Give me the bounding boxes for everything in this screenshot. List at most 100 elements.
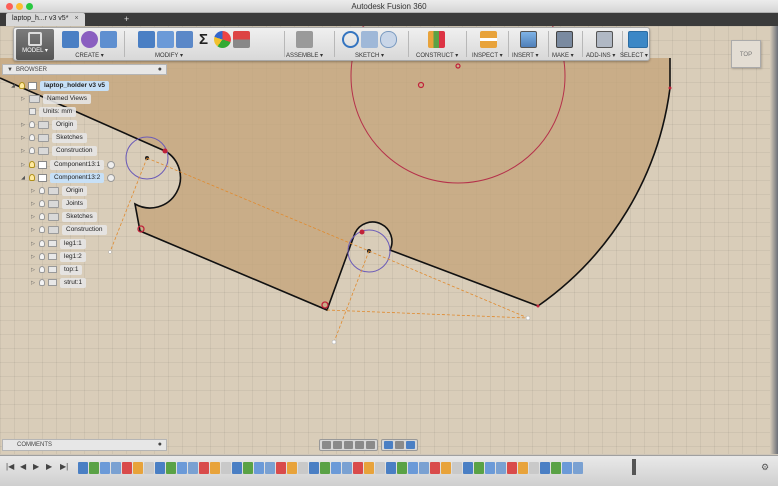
timeline-feature-icon[interactable] [89,462,99,474]
expand-triangle-icon[interactable]: ◢ [20,175,26,181]
sketch-menu[interactable]: SKETCH ▾ [342,29,397,60]
measure-icon[interactable] [480,30,497,48]
expand-triangle-icon[interactable]: ▷ [30,201,36,207]
tree-item-sub-construction[interactable]: ▷ Construction [30,224,107,235]
expand-triangle-icon[interactable]: ▷ [20,96,26,102]
visibility-bulb-icon[interactable] [39,253,45,260]
fillet-icon[interactable] [157,30,174,48]
viewcube[interactable]: TOP [731,40,761,68]
timeline-feature-icon[interactable] [155,462,165,474]
timeline-feature-icon[interactable] [430,462,440,474]
timeline-feature-icon[interactable] [507,462,517,474]
timeline-feature-icon[interactable] [265,462,275,474]
tree-item-units[interactable]: Units: mm [29,106,77,117]
extrude-icon[interactable] [62,30,79,48]
orbit-icon[interactable] [322,441,331,449]
tree-item-construction[interactable]: ▷ Construction [20,145,97,156]
expand-triangle-icon[interactable]: ▷ [20,135,26,141]
construct-menu[interactable]: CONSTRUCT ▾ [416,29,458,60]
browser-header[interactable]: ▼ BROWSER ● [2,64,167,75]
joint-icon[interactable] [296,30,313,48]
timeline-feature-icon[interactable] [331,462,341,474]
visibility-bulb-icon[interactable] [29,121,35,128]
new-tab-button[interactable]: + [124,14,129,24]
tree-item-sketches[interactable]: ▷ Sketches [20,132,87,143]
tree-item-component13-2[interactable]: ◢ Component13:2 [20,172,116,183]
physical-material-icon[interactable] [233,30,250,48]
revolve-icon[interactable] [81,30,98,48]
timeline-feature-icon[interactable] [518,462,528,474]
timeline-feature-icon[interactable] [232,462,242,474]
link-icon[interactable] [107,160,116,169]
timeline-feature-icon[interactable] [408,462,418,474]
design-canvas[interactable] [0,26,778,454]
visibility-bulb-icon[interactable] [39,226,45,233]
visibility-bulb-icon[interactable] [39,187,45,194]
tree-item-origin[interactable]: ▷ Origin [20,119,78,130]
timeline-feature-icon[interactable] [397,462,407,474]
visibility-bulb-icon[interactable] [39,279,45,286]
timeline-feature-icon[interactable] [166,462,176,474]
expand-triangle-icon[interactable]: ▷ [30,254,36,260]
document-tab[interactable]: laptop_h...r v3 v5* × [6,13,85,26]
timeline-feature-icon[interactable] [122,462,132,474]
timeline-feature-icon[interactable] [353,462,363,474]
timeline-feature-icon[interactable] [309,462,319,474]
timeline-feature-icon[interactable] [551,462,561,474]
insert-image-icon[interactable] [520,30,537,48]
tree-item-strut-1[interactable]: ▷ strut:1 [30,277,87,288]
expand-triangle-icon[interactable]: ▷ [30,280,36,286]
visibility-bulb-icon[interactable] [29,161,35,168]
step-back-icon[interactable]: ◀ [20,462,26,471]
collapse-triangle-icon[interactable]: ▼ [7,67,13,73]
timeline-feature-icon[interactable] [287,462,297,474]
assemble-menu[interactable]: ASSEMBLE ▾ [286,29,323,60]
grid-settings-icon[interactable] [395,441,404,449]
timeline-feature-icon[interactable] [254,462,264,474]
select-menu[interactable]: SELECT ▾ [620,29,648,60]
viewports-icon[interactable] [406,441,415,449]
step-forward-icon[interactable]: ▶ [46,462,52,471]
timeline-feature-icon[interactable] [474,462,484,474]
timeline-feature-icon[interactable] [188,462,198,474]
visibility-bulb-icon[interactable] [29,174,35,181]
add-comment-icon[interactable]: ● [158,441,162,448]
display-settings-icon[interactable] [384,441,393,449]
tree-item-leg1-2[interactable]: ▷ leg1:2 [30,251,86,262]
press-pull-icon[interactable] [138,30,155,48]
timeline-feature-icon[interactable] [386,462,396,474]
zoom-icon[interactable] [355,441,364,449]
select-cursor-icon[interactable] [628,30,648,48]
tree-item-joints[interactable]: ▷ Joints [30,198,87,209]
scripts-icon[interactable] [596,30,613,48]
comments-panel[interactable]: COMMENTS ● [2,439,167,451]
timeline-feature-icon[interactable] [562,462,572,474]
timeline-marker[interactable] [632,459,636,475]
expand-triangle-icon[interactable]: ▷ [30,241,36,247]
close-tab-icon[interactable]: × [74,15,78,24]
tree-item-leg1-1[interactable]: ▷ leg1:1 [30,238,86,249]
pin-icon[interactable]: ● [158,66,162,73]
make-menu[interactable]: MAKE ▾ [552,29,574,60]
visibility-bulb-icon[interactable] [39,200,45,207]
expand-triangle-icon[interactable]: ▷ [30,214,36,220]
appearance-icon[interactable] [214,30,231,48]
sum-icon[interactable]: Σ [195,31,212,48]
link-icon[interactable] [107,173,116,182]
inspect-menu[interactable]: INSPECT ▾ [472,29,503,60]
3d-print-icon[interactable] [556,30,573,48]
expand-triangle-icon[interactable]: ▷ [20,162,26,168]
timeline-feature-icon[interactable] [342,462,352,474]
timeline-feature-icon[interactable] [375,462,385,474]
tree-root[interactable]: ◢ laptop_holder v3 v5 [10,80,110,91]
go-to-start-icon[interactable]: |◀ [6,462,14,471]
expand-triangle-icon[interactable]: ▷ [20,148,26,154]
timeline-feature-icon[interactable] [463,462,473,474]
look-at-icon[interactable] [333,441,342,449]
workspace-switcher[interactable]: MODEL ▾ [16,29,54,60]
timeline-feature-icon[interactable] [221,462,231,474]
timeline-feature-icon[interactable] [452,462,462,474]
go-to-end-icon[interactable]: ▶| [60,462,68,471]
timeline-feature-icon[interactable] [111,462,121,474]
timeline-feature-icon[interactable] [144,462,154,474]
